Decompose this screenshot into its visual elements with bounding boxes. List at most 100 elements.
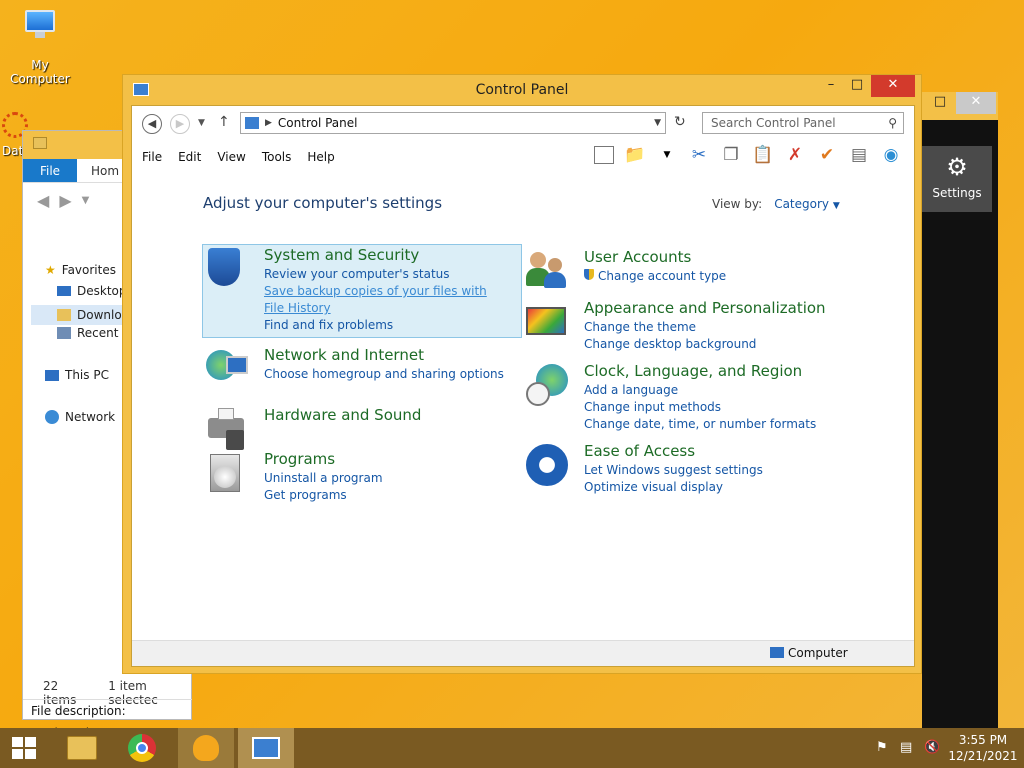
link-add-language[interactable]: Add a language bbox=[584, 382, 816, 399]
search-icon[interactable]: ⚲ bbox=[888, 113, 897, 133]
computer-icon bbox=[45, 369, 59, 381]
dark-app-window[interactable]: □ ✕ ⚙ Settings bbox=[922, 92, 998, 730]
folder-check-icon[interactable]: 📁 bbox=[624, 144, 646, 166]
category-title[interactable]: Ease of Access bbox=[584, 442, 763, 460]
maximize-button[interactable]: □ bbox=[926, 92, 954, 114]
refresh-icon[interactable]: ↻ bbox=[674, 114, 686, 130]
back-icon[interactable]: ◀ bbox=[37, 191, 49, 211]
category-user-accounts[interactable]: User Accounts Change account type bbox=[524, 248, 726, 296]
taskbar: ⚑ ▤ 🔇 3:55 PM 12/21/2021 bbox=[0, 728, 1024, 768]
clock[interactable]: 3:55 PM 12/21/2021 bbox=[948, 732, 1018, 764]
link-optimize-display[interactable]: Optimize visual display bbox=[584, 479, 763, 496]
category-title[interactable]: Clock, Language, and Region bbox=[584, 362, 816, 380]
delete-icon[interactable]: ✗ bbox=[784, 144, 806, 166]
nav-recent[interactable]: Recent p bbox=[57, 326, 130, 340]
category-appearance[interactable]: Appearance and Personalization Change th… bbox=[524, 299, 826, 353]
settings-label: Settings bbox=[932, 186, 982, 200]
settings-button[interactable]: ⚙ Settings bbox=[922, 146, 992, 212]
category-title[interactable]: Appearance and Personalization bbox=[584, 299, 826, 317]
minimize-button[interactable]: – bbox=[817, 75, 845, 97]
menu-file[interactable]: File bbox=[142, 150, 162, 164]
category-title[interactable]: Network and Internet bbox=[264, 346, 504, 364]
layout-icon[interactable] bbox=[594, 146, 614, 164]
nav-this-pc[interactable]: This PC bbox=[45, 368, 109, 382]
search-input[interactable]: Search Control Panel ⚲ bbox=[702, 112, 904, 134]
address-dropdown-icon[interactable]: ▼ bbox=[654, 118, 661, 128]
link-date-formats[interactable]: Change date, time, or number formats bbox=[584, 416, 816, 433]
cut-icon[interactable]: ✂ bbox=[688, 144, 710, 166]
link-change-theme[interactable]: Change the theme bbox=[584, 319, 826, 336]
category-programs[interactable]: Programs Uninstall a program Get program… bbox=[204, 450, 383, 504]
printer-icon bbox=[204, 406, 252, 454]
menu-help[interactable]: Help bbox=[307, 150, 334, 164]
menu-view[interactable]: View bbox=[217, 150, 245, 164]
link-get-programs[interactable]: Get programs bbox=[264, 487, 383, 504]
control-panel-titlebar[interactable]: Control Panel – □ ✕ bbox=[123, 75, 921, 105]
link-change-account-type[interactable]: Change account type bbox=[584, 268, 726, 285]
link-file-history[interactable]: Save backup copies of your files with Fi… bbox=[264, 283, 504, 317]
maximize-button[interactable]: □ bbox=[843, 75, 871, 97]
network-icon bbox=[45, 410, 59, 424]
download-folder-icon bbox=[57, 309, 71, 321]
menu-tools[interactable]: Tools bbox=[262, 150, 292, 164]
checkmark-icon[interactable]: ✔ bbox=[816, 144, 838, 166]
folder-icon bbox=[67, 736, 97, 760]
link-review-status[interactable]: Review your computer's status bbox=[264, 266, 504, 283]
category-system-security[interactable]: System and Security Review your computer… bbox=[204, 246, 504, 334]
back-button[interactable]: ◀ bbox=[142, 114, 162, 134]
category-hardware-sound[interactable]: Hardware and Sound bbox=[204, 406, 421, 454]
ease-of-access-icon bbox=[524, 442, 572, 490]
link-input-methods[interactable]: Change input methods bbox=[584, 399, 816, 416]
paste-icon[interactable]: 📋 bbox=[752, 144, 774, 166]
taskbar-control-panel[interactable] bbox=[238, 728, 294, 768]
file-tab[interactable]: File bbox=[23, 159, 77, 182]
start-button[interactable] bbox=[0, 728, 48, 768]
nav-network[interactable]: Network bbox=[45, 410, 115, 424]
category-title[interactable]: Programs bbox=[264, 450, 383, 468]
view-by-dropdown[interactable]: Category ▼ bbox=[774, 197, 840, 211]
close-button[interactable]: ✕ bbox=[871, 75, 915, 97]
category-title[interactable]: System and Security bbox=[264, 246, 504, 264]
flag-icon[interactable]: ⚑ bbox=[876, 740, 888, 755]
file-description: File description: DuckStation bbox=[23, 699, 192, 740]
category-title[interactable]: User Accounts bbox=[584, 248, 726, 266]
nav-desktop[interactable]: Desktop bbox=[57, 284, 127, 298]
category-clock-language[interactable]: Clock, Language, and Region Add a langua… bbox=[524, 362, 816, 433]
desktop-icon-my-computer[interactable]: My Computer bbox=[0, 10, 80, 86]
copy-icon[interactable]: ❐ bbox=[720, 144, 742, 166]
taskbar-duckstation[interactable] bbox=[178, 728, 234, 768]
category-title[interactable]: Hardware and Sound bbox=[264, 406, 421, 424]
forward-button[interactable]: ▶ bbox=[170, 114, 190, 134]
category-network-internet[interactable]: Network and Internet Choose homegroup an… bbox=[204, 346, 504, 394]
star-icon: ★ bbox=[45, 263, 56, 277]
chrome-icon bbox=[128, 734, 156, 762]
menu-edit[interactable]: Edit bbox=[178, 150, 201, 164]
close-button[interactable]: ✕ bbox=[956, 92, 996, 114]
taskbar-file-explorer[interactable] bbox=[54, 728, 110, 768]
link-homegroup[interactable]: Choose homegroup and sharing options bbox=[264, 366, 504, 383]
desktop-icon-label: My Computer bbox=[10, 58, 70, 86]
address-bar[interactable]: ▶ Control Panel ▼ bbox=[240, 112, 666, 134]
link-uninstall[interactable]: Uninstall a program bbox=[264, 470, 383, 487]
link-suggest-settings[interactable]: Let Windows suggest settings bbox=[584, 462, 763, 479]
forward-icon[interactable]: ▶ bbox=[59, 191, 71, 211]
properties-icon[interactable]: ▤ bbox=[848, 144, 870, 166]
chevron-down-icon[interactable]: ▼ bbox=[656, 144, 678, 166]
globe-icon[interactable]: ◉ bbox=[880, 144, 902, 166]
taskbar-chrome[interactable] bbox=[114, 728, 170, 768]
nav-favorites[interactable]: ★ Favorites bbox=[45, 263, 116, 277]
chevron-down-icon[interactable]: ▼ bbox=[82, 191, 90, 211]
category-ease-of-access[interactable]: Ease of Access Let Windows suggest setti… bbox=[524, 442, 763, 496]
link-fix-problems[interactable]: Find and fix problems bbox=[264, 317, 504, 334]
control-panel-window[interactable]: Control Panel – □ ✕ ◀ ▶ ▼ ↑ ▶ Control Pa… bbox=[122, 74, 922, 674]
status-bar: Computer bbox=[132, 640, 914, 666]
recent-locations-icon[interactable]: ▼ bbox=[198, 118, 205, 128]
home-tab[interactable]: Hom bbox=[77, 159, 119, 182]
clock-globe-icon bbox=[524, 362, 572, 410]
link-desktop-background[interactable]: Change desktop background bbox=[584, 336, 826, 353]
up-icon[interactable]: ↑ bbox=[218, 114, 230, 130]
network-tray-icon[interactable]: ▤ bbox=[900, 740, 912, 755]
volume-muted-icon[interactable]: 🔇 bbox=[924, 740, 940, 755]
network-globe-icon bbox=[204, 346, 252, 394]
view-by-label: View by: bbox=[712, 197, 763, 211]
